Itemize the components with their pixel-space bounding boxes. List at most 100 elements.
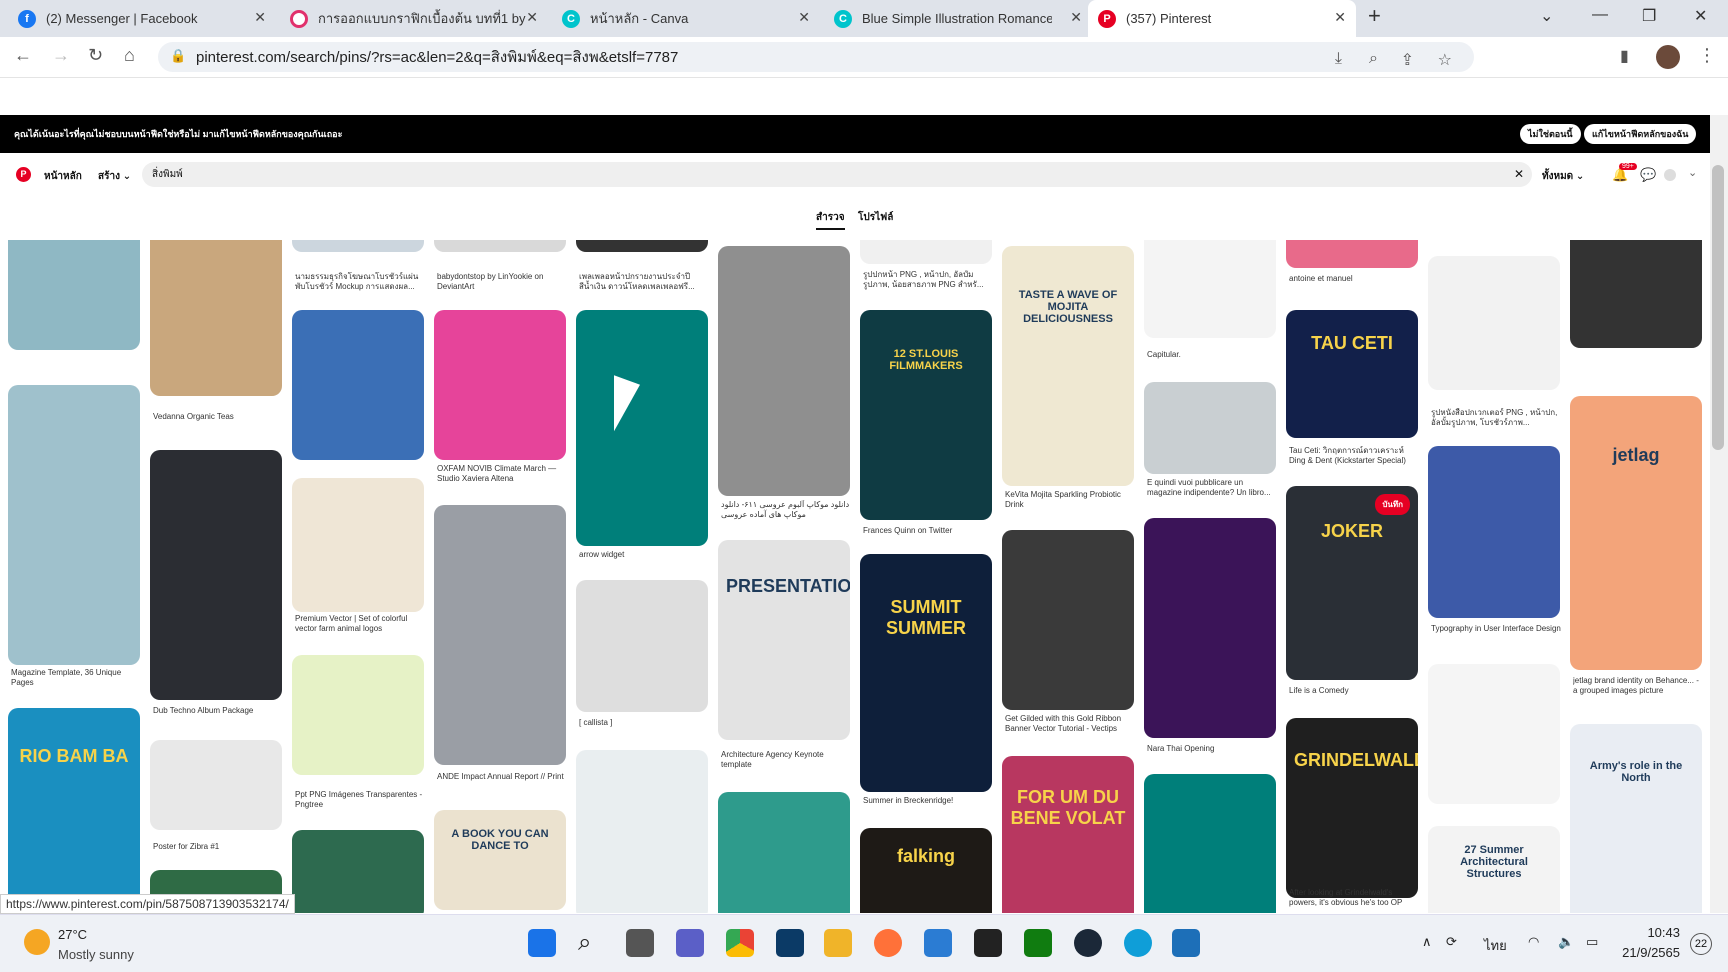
mail-icon[interactable]	[924, 929, 952, 957]
pin-card[interactable]: JOKER บันทึก	[1286, 486, 1418, 680]
close-tab-icon[interactable]: ✕	[254, 9, 266, 26]
pin-caption[interactable]: Magazine Template, 36 Unique Pages	[11, 668, 141, 690]
volume-icon[interactable]: 🔈	[1558, 934, 1574, 950]
pin-caption[interactable]: antoine et manuel	[1289, 274, 1419, 296]
pin-caption[interactable]: KeVita Mojita Sparkling Probiotic Drink	[1005, 490, 1135, 512]
close-window-button[interactable]: ✕	[1694, 6, 1707, 26]
pin-caption[interactable]: นามธรรมธุรกิจโฆษณาโบรชัวร์แผ่นพับโบรชัวร…	[295, 272, 425, 294]
edge-icon[interactable]	[1124, 929, 1152, 957]
pin-card[interactable]	[576, 240, 708, 252]
pin-card[interactable]	[1144, 382, 1276, 474]
pin-card[interactable]	[1286, 240, 1418, 268]
pin-card[interactable]: SUMMIT SUMMER	[860, 554, 992, 792]
pin-caption[interactable]: Capitular.	[1147, 350, 1277, 372]
pin-caption[interactable]: [ callista ]	[579, 718, 709, 740]
pin-caption[interactable]: Frances Quinn on Twitter	[863, 526, 993, 548]
clear-search-icon[interactable]: ✕	[1514, 167, 1524, 181]
pin-card[interactable]	[434, 505, 566, 765]
pin-card[interactable]	[1428, 664, 1560, 804]
create-menu[interactable]: สร้าง ⌄	[98, 169, 131, 184]
pin-caption[interactable]: After looking at Grindelwald's powers, i…	[1289, 888, 1419, 910]
browser-tab-pinterest[interactable]: P (357) Pinterest ✕	[1088, 0, 1356, 37]
search-icon[interactable]: ⌕	[578, 929, 606, 957]
browser-tab-canva-home[interactable]: C หน้าหลัก - Canva ✕	[552, 0, 820, 37]
menu-icon[interactable]: ⋮	[1698, 45, 1716, 66]
pin-card[interactable]	[1570, 240, 1702, 348]
pinterest-logo-icon[interactable]: P	[16, 167, 31, 182]
firefox-icon[interactable]	[874, 929, 902, 957]
chrome-icon[interactable]	[726, 929, 754, 957]
tab-profile[interactable]: โปรไฟล์	[858, 210, 893, 225]
install-icon[interactable]: ⤓	[1335, 50, 1342, 68]
forward-button[interactable]: →	[52, 45, 70, 66]
tab-search-icon[interactable]: ⌄	[1540, 6, 1553, 26]
pin-caption[interactable]: ANDE Impact Annual Report // Print	[437, 772, 567, 794]
xbox-icon[interactable]	[1024, 929, 1052, 957]
pin-caption[interactable]: Ppt PNG Imágenes Transparentes - Pngtree	[295, 790, 425, 812]
zoom-icon[interactable]: ⌕	[1369, 50, 1378, 68]
pin-card[interactable]: RIO BAM BA	[8, 708, 140, 913]
pin-caption[interactable]: รูปปกหน้า PNG , หน้าปก, อัลบั้ม รูปภาพ, …	[863, 270, 993, 292]
task-view-icon[interactable]	[626, 929, 654, 957]
pin-caption[interactable]: jetlag brand identity on Behance... - a …	[1573, 676, 1703, 698]
pin-card[interactable]: 27 Summer Architectural Structures	[1428, 826, 1560, 913]
bookmark-star-icon[interactable]: ☆	[1438, 50, 1452, 70]
pin-caption[interactable]: Vedanna Organic Teas	[153, 412, 283, 434]
edit-feed-button[interactable]: แก้ไขหน้าฟีดหลักของฉัน	[1584, 124, 1697, 144]
clock-date[interactable]: 21/9/2565	[1606, 945, 1680, 960]
close-tab-icon[interactable]: ✕	[526, 9, 538, 26]
pin-caption[interactable]: babydontstop by LinYookie on DeviantArt	[437, 272, 567, 294]
photos-icon[interactable]	[1172, 929, 1200, 957]
tab-explore[interactable]: สำรวจ	[816, 210, 845, 230]
teams-icon[interactable]	[676, 929, 704, 957]
pin-caption[interactable]: OXFAM NOVIB Climate March — Studio Xavie…	[437, 464, 567, 486]
file-explorer-icon[interactable]	[824, 929, 852, 957]
pin-card[interactable]	[434, 310, 566, 460]
pin-caption[interactable]: Life is a Comedy	[1289, 686, 1419, 708]
notification-center-badge[interactable]: 22	[1690, 933, 1712, 955]
pin-card[interactable]	[718, 792, 850, 913]
pin-caption[interactable]: Architecture Agency Keynote template	[721, 750, 851, 772]
pin-card[interactable]	[150, 450, 282, 700]
not-now-button[interactable]: ไม่ใช่ตอนนี้	[1520, 124, 1581, 144]
steam-icon[interactable]	[1074, 929, 1102, 957]
wifi-icon[interactable]: ◠	[1528, 934, 1539, 950]
pin-card[interactable]	[292, 310, 424, 460]
save-pin-button[interactable]: บันทึก	[1375, 494, 1410, 515]
pin-card[interactable]: jetlag	[1570, 396, 1702, 670]
app-icon[interactable]	[776, 929, 804, 957]
pin-card[interactable]: GRINDELWALD	[1286, 718, 1418, 898]
minimize-button[interactable]: —	[1592, 6, 1608, 24]
pin-card[interactable]: Army's role in the North	[1570, 724, 1702, 913]
close-tab-icon[interactable]: ✕	[798, 9, 810, 26]
pin-search-input[interactable]: สิ่งพิมพ์ ✕	[142, 162, 1532, 187]
pin-card[interactable]	[1428, 446, 1560, 618]
pin-card[interactable]	[576, 580, 708, 712]
pin-card[interactable]	[1002, 530, 1134, 710]
pin-card[interactable]	[860, 240, 992, 264]
filter-dropdown[interactable]: ทั้งหมด ⌄	[1542, 169, 1584, 184]
pin-caption[interactable]: Get Gilded with this Gold Ribbon Banner …	[1005, 714, 1135, 736]
pin-card[interactable]: 12 ST.LOUIS FILMMAKERS	[860, 310, 992, 520]
pin-card[interactable]	[292, 655, 424, 775]
pin-card[interactable]	[292, 478, 424, 612]
pin-card[interactable]	[434, 240, 566, 252]
home-link[interactable]: หน้าหลัก	[44, 169, 82, 184]
sync-icon[interactable]: ⟳	[1446, 934, 1457, 950]
account-dropdown-icon[interactable]: ⌄	[1688, 166, 1697, 179]
pin-caption[interactable]: دانلود موکاپ آلبوم عروسی ۶۱۱- دانلود موک…	[721, 500, 851, 522]
app-4-icon[interactable]	[974, 929, 1002, 957]
pin-card[interactable]	[292, 240, 424, 252]
pin-card[interactable]	[576, 750, 708, 913]
browser-tab-messenger[interactable]: f (2) Messenger | Facebook ✕	[8, 0, 276, 37]
pin-card[interactable]	[150, 240, 282, 396]
start-button-icon[interactable]	[528, 929, 556, 957]
maximize-button[interactable]: ❐	[1642, 6, 1656, 26]
show-hidden-icons[interactable]: ∧	[1422, 934, 1432, 950]
pin-card[interactable]	[576, 310, 708, 546]
reload-button[interactable]: ↻	[88, 45, 103, 66]
clock-time[interactable]: 10:43	[1620, 925, 1680, 940]
pin-card[interactable]	[1144, 240, 1276, 338]
pin-card[interactable]	[718, 246, 850, 496]
profile-avatar[interactable]	[1656, 45, 1680, 69]
